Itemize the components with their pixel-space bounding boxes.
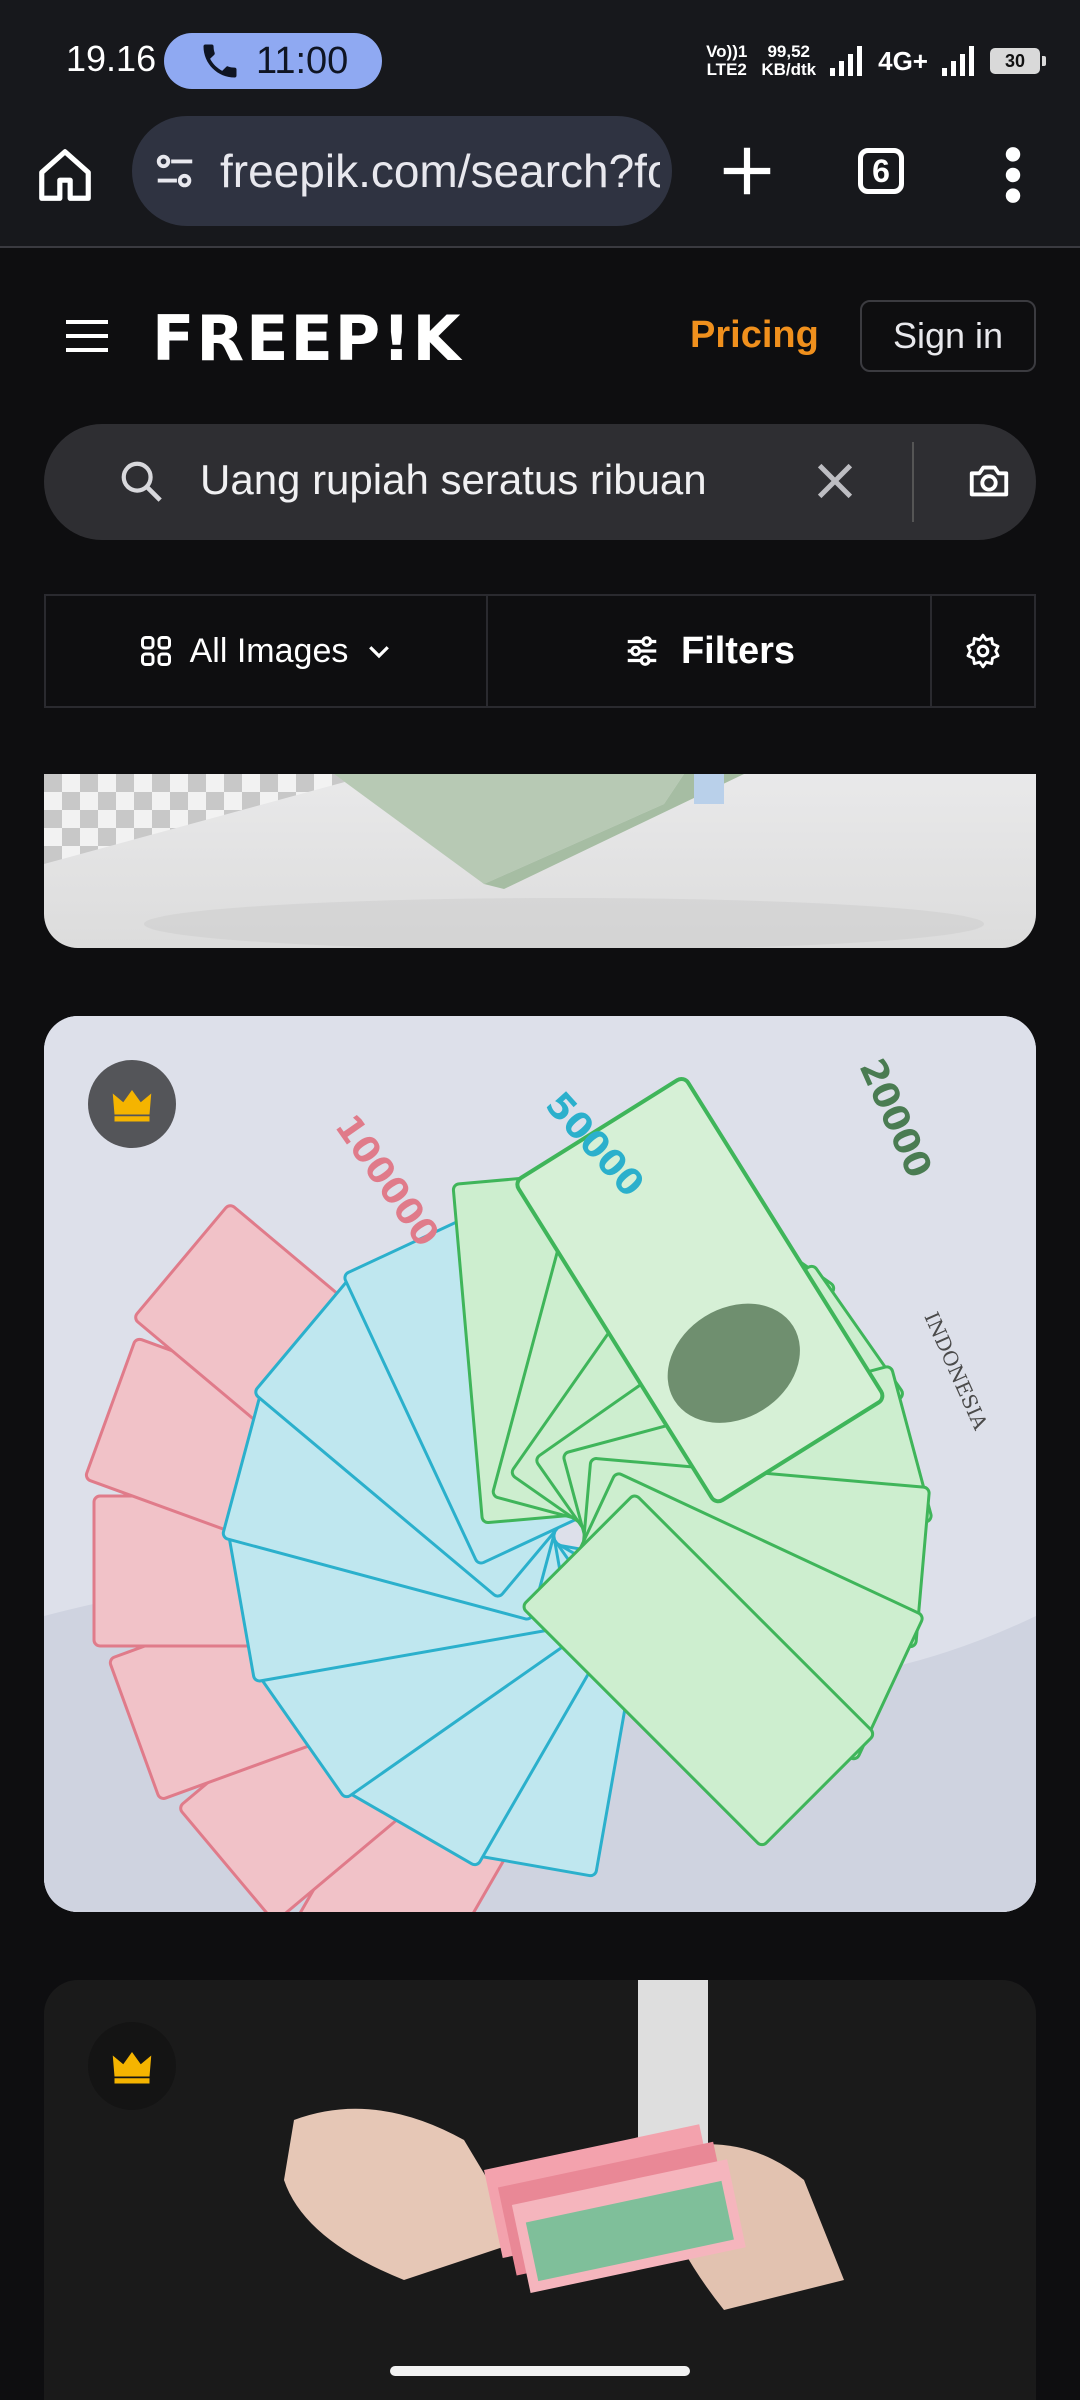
result-image-card[interactable] xyxy=(44,774,1036,948)
filters-button[interactable]: Filters xyxy=(488,596,932,706)
money-stack-image xyxy=(44,774,984,948)
signal-icon xyxy=(830,46,863,76)
crown-icon xyxy=(112,2052,152,2084)
freepik-logo[interactable]: FREEP!K xyxy=(152,302,463,375)
site-header: FREEP!K Pricing Sign in xyxy=(0,248,1080,428)
premium-badge xyxy=(88,1060,176,1148)
filter-bar: All Images Filters xyxy=(44,594,1036,708)
image-type-dropdown[interactable]: All Images xyxy=(46,596,488,706)
site-settings-icon[interactable] xyxy=(152,148,198,194)
filters-label: Filters xyxy=(680,629,796,672)
search-icon xyxy=(121,461,162,502)
search-input[interactable]: Uang rupiah seratus ribuan xyxy=(200,456,774,504)
new-tab-icon[interactable] xyxy=(716,140,778,202)
rupiah-banknotes-image: 100000 50000 20000 INDONESIA xyxy=(44,1016,1036,1912)
settings-button[interactable] xyxy=(932,596,1034,706)
call-timer: 11:00 xyxy=(256,39,349,82)
browser-toolbar: freepik.com/search?format=search 6 xyxy=(0,116,1080,248)
volte-indicator: Vo))1 LTE2 xyxy=(706,42,748,79)
network-speed: 99,52 KB/dtk xyxy=(761,42,817,79)
clear-search-icon[interactable] xyxy=(812,458,858,504)
premium-badge xyxy=(88,2022,176,2110)
address-bar[interactable]: freepik.com/search?format=search xyxy=(132,116,672,226)
network-type: 4G+ xyxy=(878,45,928,76)
chevron-down-icon xyxy=(369,646,390,659)
result-image-card[interactable]: 100000 50000 20000 INDONESIA xyxy=(44,1016,1036,1912)
search-divider xyxy=(912,442,914,522)
phone-icon xyxy=(203,44,237,78)
battery-icon: 30 xyxy=(990,48,1046,74)
grid-icon xyxy=(140,636,171,666)
hands-counting-money-image xyxy=(44,1980,1036,2400)
pricing-link[interactable]: Pricing xyxy=(690,314,819,357)
status-bar: 19.16 11:00 Vo))1 LTE2 99,52 KB/dtk 4G+ 30 xyxy=(0,0,1080,116)
result-image-card[interactable] xyxy=(44,1980,1036,2400)
signal-icon-2 xyxy=(942,46,974,76)
image-type-label: All Images xyxy=(189,631,349,670)
sign-in-button[interactable]: Sign in xyxy=(860,300,1036,372)
url-text: freepik.com/search?format=search xyxy=(220,145,660,197)
gesture-nav-handle[interactable] xyxy=(390,2366,690,2376)
sliders-icon xyxy=(627,636,657,666)
hamburger-menu-icon[interactable] xyxy=(66,318,108,354)
search-bar[interactable]: Uang rupiah seratus ribuan xyxy=(44,424,1036,540)
status-time: 19.16 xyxy=(66,38,157,79)
tab-switcher-button[interactable]: 6 xyxy=(858,148,904,194)
crown-icon xyxy=(112,1090,152,1122)
ongoing-call-chip[interactable]: 11:00 xyxy=(164,33,382,89)
more-menu-icon[interactable] xyxy=(998,144,1028,206)
gear-icon xyxy=(966,633,1000,669)
camera-search-icon[interactable] xyxy=(966,458,1012,504)
home-icon[interactable] xyxy=(34,144,96,206)
